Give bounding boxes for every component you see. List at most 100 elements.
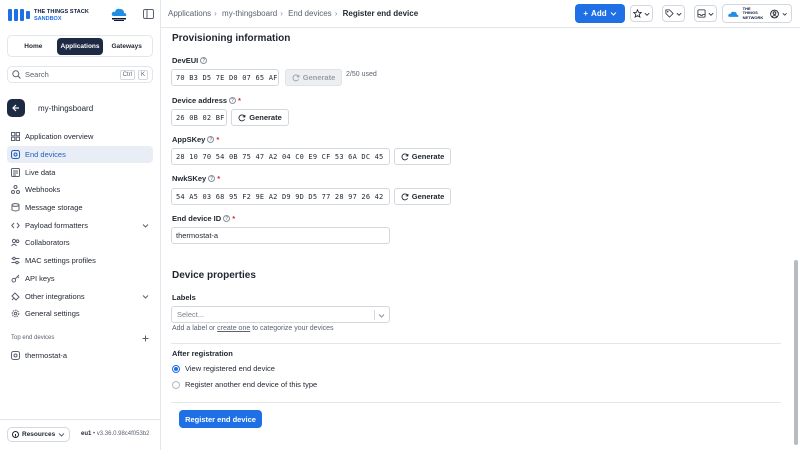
deveui-field[interactable]: 70 B3 D5 7E D0 07 65 AF	[171, 69, 279, 86]
sidebar-item-mac-settings-profiles[interactable]: MAC settings profiles	[7, 252, 153, 270]
sidebar-item-label: MAC settings profiles	[25, 256, 96, 266]
add-button[interactable]: + Add	[575, 4, 625, 23]
sidebar-item-application-overview[interactable]: Application overview	[7, 128, 153, 146]
nwkskey-generate-label: Generate	[411, 192, 445, 201]
user-menu-button[interactable]: THE THINGS NETWORK	[722, 4, 792, 23]
device-address-generate-button[interactable]: Generate	[231, 109, 289, 126]
appskey-generate-button[interactable]: Generate	[394, 148, 451, 165]
nwkskey-label: NwkSKey ? *	[172, 174, 220, 183]
help-icon[interactable]: ?	[207, 136, 215, 143]
sidebar-nav: Application overview End devices Live da…	[7, 128, 153, 323]
main-content: Provisioning information DevEUI ? 70 B3 …	[161, 28, 791, 450]
end-device-id-field[interactable]: thermostat-a	[171, 227, 390, 244]
help-icon[interactable]: ?	[208, 175, 216, 182]
sidebar-item-label: Webhooks	[25, 185, 61, 195]
sidebar-item-label: API keys	[25, 273, 55, 283]
device-address-label: Device address ? *	[172, 96, 241, 105]
current-application: my-thingsboard	[7, 99, 93, 117]
logo-text-line2: SANDBOX	[34, 16, 62, 22]
labels-select[interactable]: Select...	[171, 306, 390, 323]
top-device-item[interactable]: thermostat-a	[11, 351, 67, 360]
breadcrumb-current: Register end device	[342, 9, 419, 18]
sidebar-item-collaborators[interactable]: Collaborators	[7, 234, 153, 252]
tag-icon	[665, 9, 674, 18]
resources-button[interactable]: Resources	[7, 427, 70, 442]
sidebar-item-end-devices[interactable]: End devices	[7, 145, 153, 164]
list-icon	[11, 167, 20, 177]
device-address-field[interactable]: 26 0B 02 BF	[171, 109, 227, 126]
sidebar-item-label: General settings	[25, 309, 80, 319]
sidebar-collapse-icon[interactable]	[143, 9, 154, 19]
breadcrumb-applications[interactable]: Applications	[168, 9, 211, 18]
inbox-button[interactable]	[694, 5, 717, 22]
radio-button[interactable]	[172, 380, 180, 389]
sidebar-item-payload-formatters[interactable]: Payload formatters	[7, 216, 153, 234]
device-address-label-text: Device address	[172, 96, 228, 105]
help-icon[interactable]: ?	[223, 215, 231, 222]
sidebar-item-webhooks[interactable]: Webhooks	[7, 181, 153, 199]
radio-view-device[interactable]: View registered end device	[172, 364, 275, 373]
tab-home[interactable]: Home	[10, 38, 57, 55]
database-icon	[11, 203, 20, 212]
deveui-label: DevEUI ?	[172, 56, 208, 65]
top-devices-label: Top end devices	[11, 335, 55, 341]
sidebar-item-label: Message storage	[25, 203, 83, 213]
appskey-field[interactable]: 28 10 70 54 0B 75 47 A2 04 C0 E9 CF 53 6…	[171, 148, 390, 165]
add-top-device-icon[interactable]	[142, 335, 149, 342]
tab-gateways[interactable]: Gateways	[103, 38, 150, 55]
device-address-generate-label: Generate	[249, 113, 282, 122]
register-end-device-button[interactable]: Register end device	[179, 410, 262, 428]
required-marker: *	[217, 174, 221, 183]
people-icon	[11, 239, 20, 247]
ttn-logo-line2: NETWORK	[742, 14, 764, 20]
chevron-down-icon	[378, 314, 385, 318]
sidebar-footer: Resources eu1 • v3.36.0.98c4f053b2	[0, 419, 160, 450]
sidebar-item-label: Other integrations	[25, 291, 85, 301]
deveui-generate-button[interactable]: Generate	[285, 69, 342, 86]
radio-button-checked[interactable]	[172, 364, 180, 373]
search-icon	[12, 70, 21, 79]
code-icon	[11, 222, 20, 229]
arrow-left-icon	[12, 104, 19, 112]
nwkskey-field[interactable]: 54 A5 03 68 95 F2 9E A2 D9 9D D5 77 28 9…	[171, 188, 390, 205]
sidebar-item-general-settings[interactable]: General settings	[7, 305, 153, 323]
appskey-generate-label: Generate	[411, 152, 445, 161]
device-icon	[11, 150, 20, 160]
top-device-label: thermostat-a	[25, 351, 68, 360]
sidebar-item-live-data[interactable]: Live data	[7, 163, 153, 181]
tts-logo-icon	[8, 9, 30, 21]
user-avatar-icon	[769, 9, 779, 18]
version-label: v3.36.0.98c4f053b2	[96, 431, 150, 437]
sidebar-item-other-integrations[interactable]: Other integrations	[7, 287, 153, 305]
grid-icon	[11, 132, 20, 142]
back-button[interactable]	[7, 99, 25, 117]
breadcrumb: Applications › my-thingsboard › End device…	[168, 9, 419, 18]
shortcut-key-k: K	[137, 69, 148, 80]
sidebar-item-message-storage[interactable]: Message storage	[7, 199, 153, 217]
search-input[interactable]: Search Ctrl K	[7, 66, 153, 83]
radio-label: Register another end device of this type	[185, 380, 318, 389]
breadcrumb-end-devices[interactable]: End devices	[288, 9, 332, 18]
sidebar-item-api-keys[interactable]: API keys	[7, 270, 153, 288]
version-info: eu1 • v3.36.0.98c4f053b2	[81, 431, 150, 437]
top-header: Applications › my-thingsboard › End device…	[161, 0, 800, 28]
key-icon	[11, 274, 20, 283]
tab-applications[interactable]: Applications	[56, 37, 104, 55]
tags-button[interactable]	[662, 5, 685, 22]
sidebar-item-label: Application overview	[25, 132, 94, 142]
labels-label: Labels	[172, 293, 196, 302]
radio-register-another[interactable]: Register another end device of this type	[172, 380, 317, 389]
appskey-label: AppSKey ? *	[172, 135, 219, 144]
refresh-icon	[401, 152, 409, 160]
nwkskey-generate-button[interactable]: Generate	[394, 188, 451, 205]
help-icon[interactable]: ?	[200, 57, 208, 64]
help-icon[interactable]: ?	[229, 97, 237, 104]
scrollbar[interactable]	[794, 260, 798, 445]
labels-hint-after: to categorize your devices	[250, 325, 334, 332]
create-label-link[interactable]: create one	[217, 325, 250, 332]
breadcrumb-application[interactable]: my-thingsboard	[222, 9, 277, 18]
bookmarks-button[interactable]	[630, 5, 653, 22]
required-marker: *	[238, 96, 241, 105]
end-device-id-label-text: End device ID	[172, 214, 222, 223]
chevron-down-icon	[58, 433, 65, 437]
